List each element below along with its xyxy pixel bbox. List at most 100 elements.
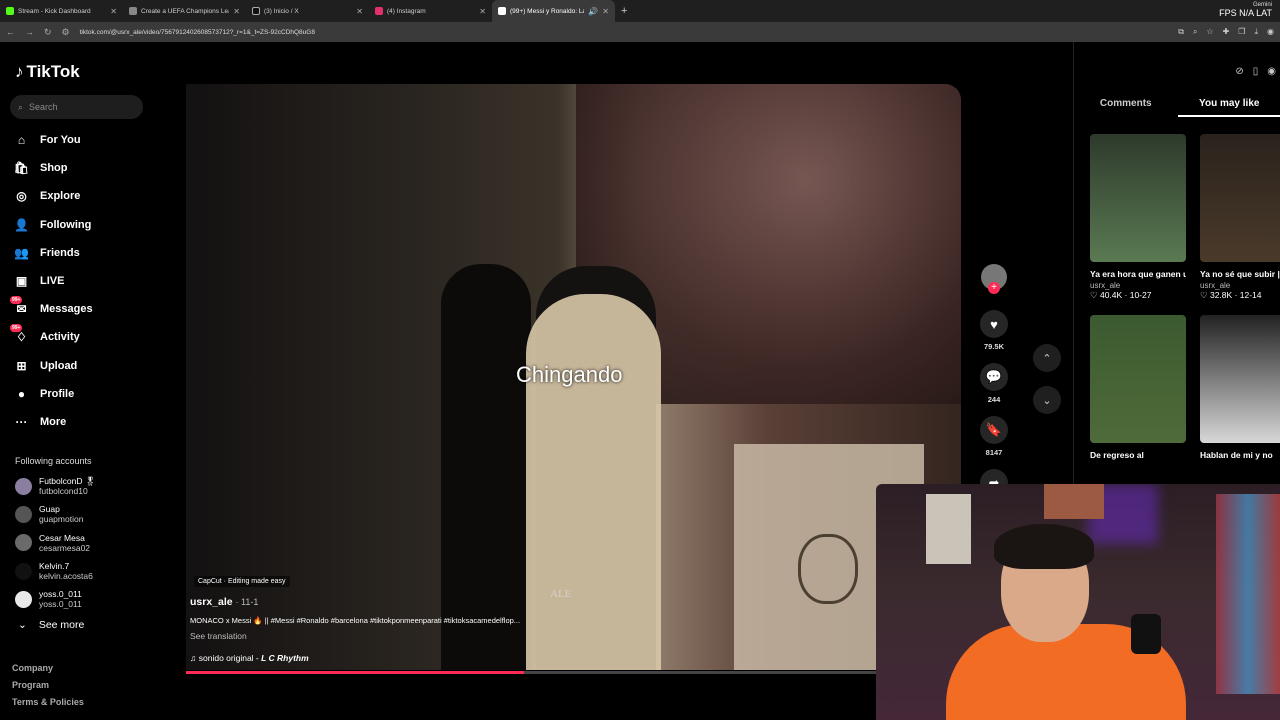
avatar[interactable]: ◉: [1267, 66, 1276, 77]
sidebar-item-upload[interactable]: ⊞ Upload: [14, 352, 93, 380]
browser-tab[interactable]: (4) Instagram ✕: [369, 0, 492, 22]
next-video-button[interactable]: ⌄: [1033, 386, 1061, 414]
zoom-icon[interactable]: ⌕: [1193, 27, 1197, 37]
tab-title: Create a UEFA Champions Lea: [141, 7, 230, 15]
like-button[interactable]: ♥: [980, 310, 1008, 338]
save-button[interactable]: 🔖: [980, 416, 1008, 444]
tiktok-logo[interactable]: ♪ TikTok: [15, 62, 80, 82]
browser-tab-bar: Stream - Kick Dashboard ✕ Create a UEFA C…: [0, 0, 1280, 22]
following-accounts-title: Following accounts: [15, 456, 92, 466]
creator-avatar[interactable]: +: [981, 264, 1007, 294]
reload-icon[interactable]: ↻: [44, 27, 52, 38]
video-actions: + ♥ 79.5K 💬 244 🔖 8147 ➦: [980, 264, 1008, 497]
account-handle: futbolcond10: [39, 486, 88, 497]
avatar: [15, 590, 32, 608]
webcam-jerseys: [1216, 494, 1280, 694]
footer-link-program[interactable]: Program: [12, 677, 84, 694]
sidebar-item-activity[interactable]: ♢ 99+ Activity: [10, 323, 93, 351]
friends-icon: 👥: [14, 245, 29, 260]
url-field[interactable]: tiktok.com/@usrx_ale/video/7567912402608…: [80, 29, 1169, 36]
post-date: · 11-1: [235, 597, 259, 607]
see-translation-link[interactable]: See translation: [190, 631, 630, 641]
card-title: Ya era hora que ganen uno 🥵||...: [1090, 269, 1186, 279]
search-input[interactable]: ⌕ Search: [10, 95, 143, 119]
profile-icon[interactable]: ◉: [1267, 27, 1274, 37]
recommended-card[interactable]: Hablan de mi y no: [1200, 315, 1280, 462]
compass-icon[interactable]: ⊘: [1235, 66, 1243, 77]
close-icon[interactable]: ✕: [233, 7, 240, 16]
card-user: usrx_ale: [1090, 281, 1121, 290]
browser-tab[interactable]: Create a UEFA Champions Lea ✕: [123, 0, 246, 22]
video-progress-bar[interactable]: [186, 671, 876, 674]
comment-button[interactable]: 💬: [980, 363, 1008, 391]
browser-toolbar: ⧉ ⌕ ☆ ✚ ❒ ⤓ ◉: [1178, 27, 1274, 37]
author-name[interactable]: usrx_ale: [190, 596, 233, 608]
close-icon[interactable]: ✕: [602, 7, 609, 16]
like-count: 79.5K: [983, 342, 1004, 351]
sidebar-item-shop[interactable]: 🛍 Shop: [14, 154, 93, 182]
recommended-card[interactable]: Ya no sé que subir || #fyp #yamal... usrx…: [1200, 134, 1280, 301]
new-tab-button[interactable]: +: [621, 5, 627, 17]
sidebar-item-friends[interactable]: 👥 Friends: [14, 239, 93, 267]
messages-icon: ✉ 99+: [10, 295, 29, 317]
activity-glyph: ♢: [16, 330, 27, 345]
browser-tab[interactable]: (3) Inicio / X ✕: [246, 0, 369, 22]
search-placeholder: Search: [29, 102, 58, 112]
recommended-card[interactable]: Ya era hora que ganen uno 🥵||... usrx_ale…: [1090, 134, 1186, 301]
capcut-tag[interactable]: CapCut · Editing made easy: [194, 576, 290, 587]
following-account[interactable]: yoss.0_011 yoss.0_011: [15, 585, 96, 613]
tab-you-may-like[interactable]: You may like: [1177, 98, 1280, 117]
footer-link-terms[interactable]: Terms & Policies: [12, 694, 84, 711]
account-name: FutbolconD 🎖: [39, 476, 96, 487]
bookmark-star-icon[interactable]: ☆: [1206, 27, 1213, 37]
tab-title: (99+) Messi y Ronaldo: La Ri: [510, 7, 585, 15]
sidebar-item-for-you[interactable]: ⌂ For You: [14, 126, 93, 154]
back-icon[interactable]: ←: [6, 27, 15, 37]
sound-link[interactable]: ♫ sonido original - L C Rhythm: [190, 653, 630, 663]
extension-icon[interactable]: ✚: [1223, 27, 1230, 37]
sidebar-item-label: Upload: [40, 359, 78, 372]
video-thumbnail: [1090, 315, 1186, 443]
card-stats: ♡ 40.4K · 10-27: [1090, 290, 1152, 300]
footer-link-company[interactable]: Company: [12, 660, 84, 677]
forward-icon[interactable]: →: [25, 27, 34, 37]
following-account[interactable]: FutbolconD 🎖 futbolcond10: [15, 472, 96, 500]
site-info-icon[interactable]: ⚙: [62, 27, 70, 38]
sidebar-item-explore[interactable]: ◎ Explore: [14, 182, 93, 210]
home-icon: ⌂: [17, 133, 26, 148]
mobile-icon[interactable]: ▯: [1253, 66, 1259, 77]
video-overlay-text: Chingando: [516, 362, 623, 387]
puzzle-icon[interactable]: ❒: [1238, 27, 1245, 37]
sidebar-item-profile[interactable]: ● Profile: [14, 380, 93, 408]
browser-tab[interactable]: Stream - Kick Dashboard ✕: [0, 0, 123, 22]
following-account[interactable]: Kelvin.7 kelvin.acosta6: [15, 557, 96, 585]
close-icon[interactable]: ✕: [479, 7, 486, 16]
close-icon[interactable]: ✕: [110, 7, 117, 16]
upload-icon: ⊞: [16, 358, 27, 373]
follow-plus-icon[interactable]: +: [988, 282, 1000, 294]
x-logo-icon: [252, 7, 260, 15]
sidebar-item-label: Following: [40, 218, 92, 231]
sidebar-item-more[interactable]: ··· More: [14, 408, 93, 436]
see-more-button[interactable]: ⌄ See more: [18, 619, 84, 631]
chevron-down-icon: ⌄: [1042, 394, 1052, 407]
close-icon[interactable]: ✕: [356, 7, 363, 16]
browser-tab-active[interactable]: (99+) Messi y Ronaldo: La Ri🔊 ✕: [492, 0, 615, 22]
following-account[interactable]: Cesar Mesa cesarmesa02: [15, 529, 96, 557]
bookmark-icon: 🔖: [985, 422, 1003, 437]
right-panel-tabs: Comments You may like: [1074, 98, 1280, 117]
sidebar-item-live[interactable]: ▣ LIVE: [14, 267, 93, 295]
speaker-icon[interactable]: 🔊: [588, 7, 598, 16]
tiktok-note-icon: ♪: [15, 62, 24, 81]
downloads-icon[interactable]: ⤓: [1254, 27, 1258, 37]
right-panel-tools: ⊘ ▯ ◉: [1235, 66, 1276, 77]
sidebar-item-following[interactable]: 👤 Following: [14, 211, 93, 239]
install-icon[interactable]: ⧉: [1178, 27, 1184, 37]
previous-video-button[interactable]: ⌃: [1033, 344, 1061, 372]
sidebar-item-messages[interactable]: ✉ 99+ Messages: [10, 295, 93, 323]
sidebar-item-label: Friends: [40, 246, 80, 259]
following-account[interactable]: Guap guapmotion: [15, 500, 96, 528]
recommended-card[interactable]: De regreso al: [1090, 315, 1186, 462]
tab-comments[interactable]: Comments: [1074, 98, 1178, 117]
sound-prefix: sonido original -: [198, 653, 262, 663]
